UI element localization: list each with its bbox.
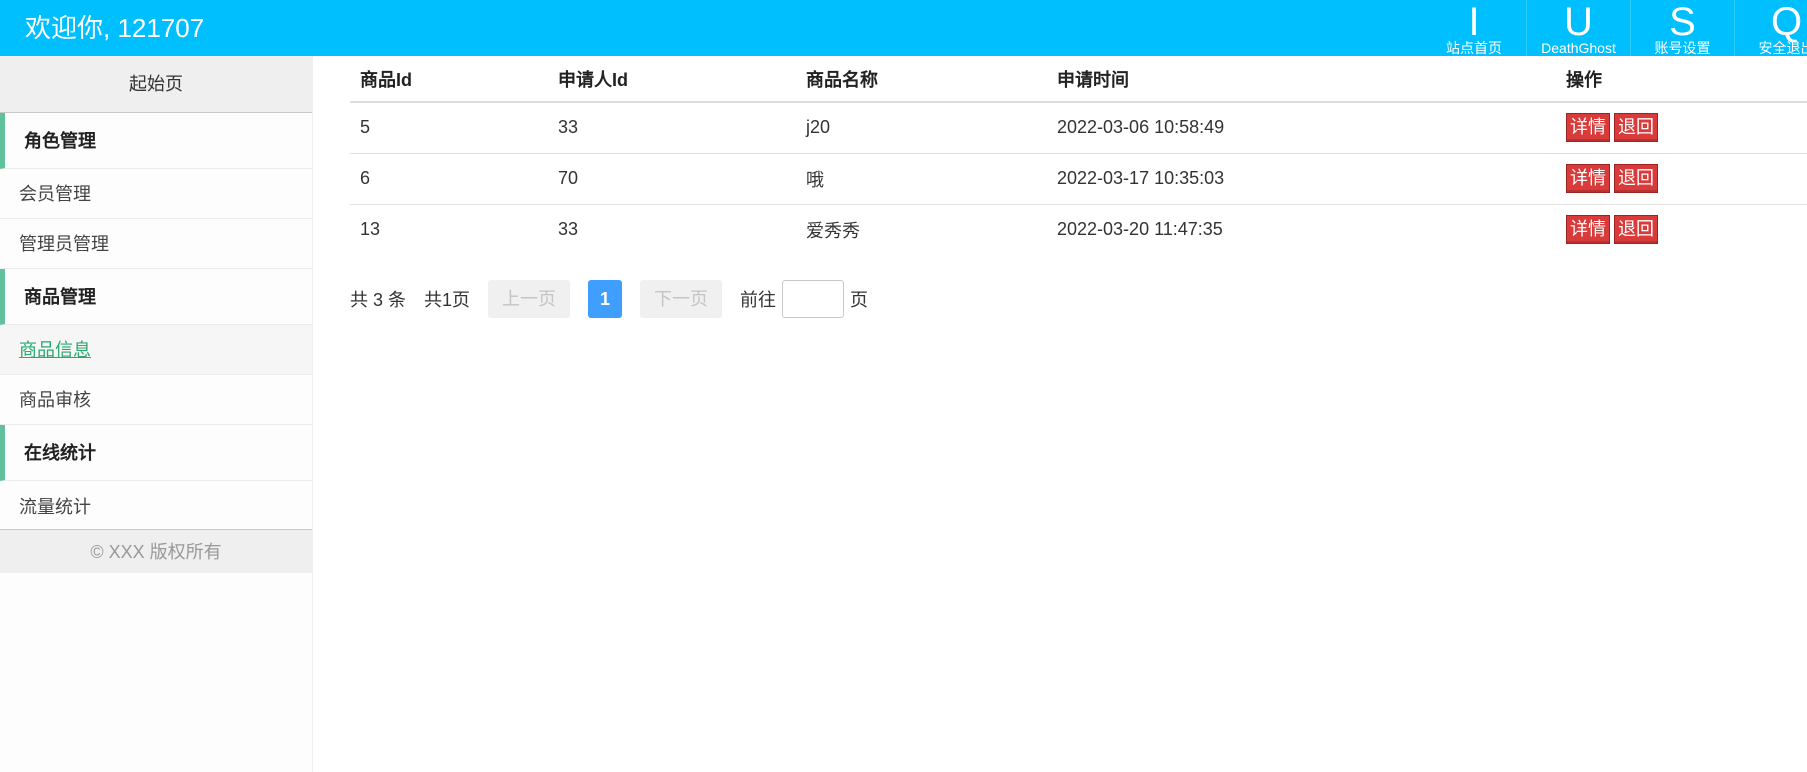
pagination-page-count: 共1页 [424,290,471,310]
page-unit-label: 页 [850,290,869,310]
return-button[interactable]: 退回 [1614,164,1658,193]
return-button[interactable]: 退回 [1614,113,1658,143]
cell-actions: 详情 退回 [1556,102,1807,154]
nav-label: 安全退出 [1758,40,1807,56]
nav-site-home[interactable]: I 站点首页 [1422,0,1526,56]
home-icon: I [1468,0,1480,44]
top-header: 欢迎你, 121707 I 站点首页 U DeathGhost S 账号设置 Q… [0,0,1807,56]
nav-label: 账号设置 [1654,40,1711,56]
sidebar-item-product-review[interactable]: 商品审核 [0,375,312,425]
cell-product-id: 13 [360,219,381,240]
table-row: 5 33 j20 2022-03-06 10:58:49 详情 退回 [350,102,1807,154]
nav-label: DeathGhost [1541,40,1616,56]
table-row: 13 33 爱秀秀 2022-03-20 11:47:35 详情 退回 [350,204,1807,255]
cell-product-id: 6 [350,153,548,205]
sidebar-start-page[interactable]: 起始页 [0,56,312,113]
page-number-current[interactable]: 1 [588,280,623,318]
sidebar-group-online-stats[interactable]: 在线统计 [0,425,312,481]
column-header-product-id: 商品Id [350,56,548,103]
nav-logout[interactable]: Q 安全退出 [1734,0,1807,56]
cell-actions: 详情 退回 [1556,204,1807,255]
goto-label: 前往 [740,290,777,310]
copyright: © XXX 版权所有 [0,529,312,573]
sidebar-group-role-management[interactable]: 角色管理 [0,113,312,169]
sidebar-item-product-info[interactable]: 商品信息 [0,325,312,375]
nav-user[interactable]: U DeathGhost [1526,0,1630,56]
goto-page-input[interactable] [782,280,845,318]
sidebar-item-member-management[interactable]: 会员管理 [0,169,312,219]
sidebar: 起始页 角色管理 会员管理 管理员管理 商品管理 商品信息 商品审核 在线统计 … [0,56,313,772]
cell-product-name: j20 [796,102,1047,154]
cell-apply-time: 2022-03-06 10:58:49 [1047,102,1556,154]
cell-applicant-id: 33 [558,219,579,240]
prev-page-button[interactable]: 上一页 [488,280,571,318]
column-header-product-name: 商品名称 [796,56,1047,103]
cell-actions: 详情 退回 [1556,153,1807,205]
top-nav: I 站点首页 U DeathGhost S 账号设置 Q 安全退出 [1422,0,1807,56]
table-header-row: 商品Id 申请人Id 商品名称 申请时间 操作 [350,56,1807,103]
detail-button[interactable]: 详情 [1566,164,1610,193]
settings-icon: S [1669,0,1696,44]
user-icon: U [1564,0,1593,44]
welcome-text: 欢迎你, 121707 [25,13,205,43]
pagination: 共 3 条 共1页 上一页 1 下一页 前往 页 [350,280,868,318]
cell-product-name: 哦 [796,153,1047,205]
detail-button[interactable]: 详情 [1566,113,1610,143]
detail-button[interactable]: 详情 [1566,215,1610,245]
column-header-applicant-id: 申请人Id [548,56,796,103]
product-review-table: 商品Id 申请人Id 商品名称 申请时间 操作 5 33 j20 2022-03… [350,56,1807,255]
sidebar-group-product-management[interactable]: 商品管理 [0,269,312,325]
sidebar-item-traffic-stats[interactable]: 流量统计 [0,481,312,529]
logout-icon: Q [1770,0,1803,44]
nav-label: 站点首页 [1446,40,1502,56]
column-header-apply-time: 申请时间 [1047,56,1556,103]
cell-applicant-id: 33 [548,102,796,154]
return-button[interactable]: 退回 [1614,215,1658,245]
cell-apply-time: 2022-03-17 10:35:03 [1047,153,1556,205]
main-content: 商品Id 申请人Id 商品名称 申请时间 操作 5 33 j20 2022-03… [350,56,1807,255]
sidebar-item-admin-management[interactable]: 管理员管理 [0,219,312,269]
cell-product-id: 5 [350,102,548,154]
pagination-total: 共 3 条 [350,290,407,310]
cell-applicant-id: 70 [548,153,796,205]
next-page-button[interactable]: 下一页 [640,280,723,318]
table-row: 6 70 哦 2022-03-17 10:35:03 详情 退回 [350,153,1807,205]
nav-account-settings[interactable]: S 账号设置 [1630,0,1734,56]
cell-product-name: 爱秀秀 [806,220,860,241]
column-header-actions: 操作 [1556,56,1807,103]
cell-apply-time: 2022-03-20 11:47:35 [1057,219,1223,240]
